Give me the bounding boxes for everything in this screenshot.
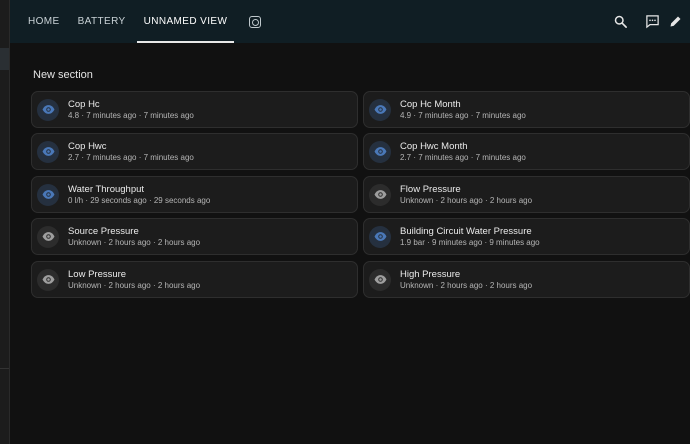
search-button[interactable]	[604, 6, 636, 38]
entity-text: Cop Hc 4.8 · 7 minutes ago · 7 minutes ag…	[68, 99, 194, 121]
entity-state: 2.7 · 7 minutes ago · 7 minutes ago	[400, 152, 526, 162]
eye-icon	[42, 190, 54, 199]
entity-name: Low Pressure	[68, 268, 127, 280]
entity-card[interactable]: High Pressure Unknown · 2 hours ago · 2 h…	[363, 261, 690, 298]
entity-card[interactable]: Low Pressure Unknown · 2 hours ago · 2 ho…	[31, 261, 358, 298]
entity-state-badge	[369, 140, 391, 163]
eye-icon	[42, 147, 54, 156]
entity-text: Cop Hwc Month 2.7 · 7 minutes ago · 7 min…	[400, 141, 526, 163]
entity-text: Low Pressure Unknown · 2 hours ago · 2 ho…	[68, 269, 200, 291]
entity-name: High Pressure	[400, 268, 461, 280]
entity-card[interactable]: Water Throughput 0 l/h · 29 seconds ago ·…	[31, 176, 358, 213]
entity-card[interactable]: Source Pressure Unknown · 2 hours ago · 2…	[31, 218, 358, 255]
eye-icon	[42, 105, 54, 114]
entity-state: 1.9 bar · 9 minutes ago · 9 minutes ago	[400, 237, 540, 247]
pencil-icon	[670, 16, 681, 27]
tab-unnamed-view[interactable]: UNNAMED VIEW	[135, 0, 237, 43]
entity-card[interactable]: Cop Hc 4.8 · 7 minutes ago · 7 minutes ag…	[31, 91, 358, 128]
entity-state: Unknown · 2 hours ago · 2 hours ago	[400, 195, 533, 205]
entity-name: Cop Hwc Month	[400, 140, 468, 152]
header-actions	[604, 0, 690, 43]
entity-card[interactable]: Cop Hwc 2.7 · 7 minutes ago · 7 minutes a…	[31, 133, 358, 170]
section-title: New section	[33, 69, 93, 81]
search-icon	[614, 15, 627, 28]
entity-card[interactable]: Flow Pressure Unknown · 2 hours ago · 2 h…	[363, 176, 690, 213]
tab-home[interactable]: HOME	[10, 0, 69, 43]
comment-processing-icon	[645, 15, 659, 29]
entity-text: Water Throughput 0 l/h · 29 seconds ago ·…	[68, 184, 210, 206]
entity-text: Cop Hc Month 4.9 · 7 minutes ago · 7 minu…	[400, 99, 526, 121]
tab-extra-view[interactable]	[236, 0, 270, 43]
entity-card[interactable]: Cop Hc Month 4.9 · 7 minutes ago · 7 minu…	[363, 91, 690, 128]
entity-text: Building Circuit Water Pressure 1.9 bar ·…	[400, 226, 540, 248]
view-icon	[249, 15, 262, 28]
entity-state-badge	[369, 183, 391, 206]
entity-state-badge	[37, 268, 59, 291]
assist-button[interactable]	[636, 6, 668, 38]
entity-state-badge	[37, 225, 59, 248]
entity-name: Flow Pressure	[400, 183, 461, 195]
edit-button[interactable]	[668, 6, 690, 38]
entity-name: Source Pressure	[68, 225, 139, 237]
entity-state: 4.9 · 7 minutes ago · 7 minutes ago	[400, 110, 526, 120]
sidebar-selected-item[interactable]	[0, 48, 9, 70]
sidebar-divider	[0, 368, 9, 369]
eye-icon	[42, 232, 54, 241]
entity-state: 2.7 · 7 minutes ago · 7 minutes ago	[68, 152, 194, 162]
entity-state-badge	[37, 140, 59, 163]
entity-card[interactable]: Cop Hwc Month 2.7 · 7 minutes ago · 7 min…	[363, 133, 690, 170]
sidebar	[0, 0, 10, 444]
entity-state-badge	[369, 268, 391, 291]
entity-state-badge	[37, 183, 59, 206]
entity-name: Cop Hc Month	[400, 98, 461, 110]
entity-state: 4.8 · 7 minutes ago · 7 minutes ago	[68, 110, 194, 120]
entity-state: 0 l/h · 29 seconds ago · 29 seconds ago	[68, 195, 211, 205]
entity-name: Building Circuit Water Pressure	[400, 225, 532, 237]
entity-name: Cop Hwc	[68, 140, 107, 152]
eye-icon	[374, 147, 386, 156]
entity-state: Unknown · 2 hours ago · 2 hours ago	[68, 280, 201, 290]
eye-icon	[42, 275, 54, 284]
eye-icon	[374, 105, 386, 114]
entity-state-badge	[37, 98, 59, 121]
entity-text: Source Pressure Unknown · 2 hours ago · 2…	[68, 226, 200, 248]
entity-state: Unknown · 2 hours ago · 2 hours ago	[68, 237, 201, 247]
eye-icon	[374, 190, 386, 199]
entity-state: Unknown · 2 hours ago · 2 hours ago	[400, 280, 533, 290]
entity-name: Water Throughput	[68, 183, 145, 195]
entity-text: Flow Pressure Unknown · 2 hours ago · 2 h…	[400, 184, 532, 206]
top-app-bar: HOME BATTERY UNNAMED VIEW	[10, 0, 690, 43]
tab-battery[interactable]: BATTERY	[69, 0, 135, 43]
entity-name: Cop Hc	[68, 98, 100, 110]
entity-state-badge	[369, 225, 391, 248]
entity-text: Cop Hwc 2.7 · 7 minutes ago · 7 minutes a…	[68, 141, 194, 163]
eye-icon	[374, 275, 386, 284]
eye-icon	[374, 232, 386, 241]
entity-state-badge	[369, 98, 391, 121]
entity-text: High Pressure Unknown · 2 hours ago · 2 h…	[400, 269, 532, 291]
entity-card[interactable]: Building Circuit Water Pressure 1.9 bar ·…	[363, 218, 690, 255]
